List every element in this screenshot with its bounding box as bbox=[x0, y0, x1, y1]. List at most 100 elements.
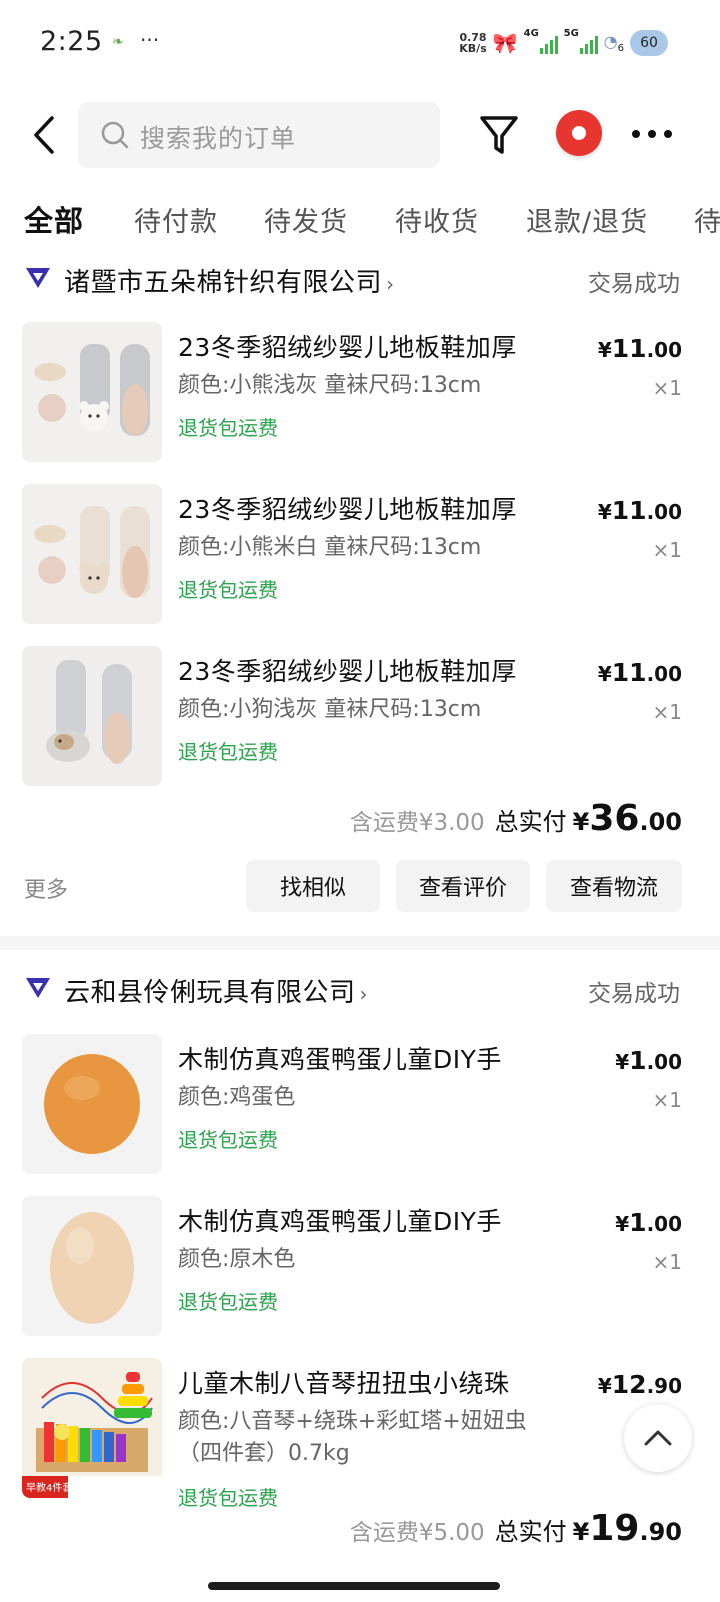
shipping-fee: 含运费¥3.00 bbox=[349, 810, 485, 836]
shop-name[interactable]: 诸暨市五朵棉针织有限公司 › bbox=[64, 262, 395, 299]
shipping-fee: 含运费¥5.00 bbox=[349, 1520, 485, 1546]
filter-icon[interactable] bbox=[478, 112, 520, 158]
price-currency: ¥ bbox=[615, 1212, 630, 1236]
price-decimal: .00 bbox=[646, 500, 682, 524]
tab-all[interactable]: 全部 bbox=[24, 198, 84, 240]
product-quantity: ×1 bbox=[652, 1250, 682, 1274]
tab-pending-receipt[interactable]: 待收货 bbox=[395, 200, 479, 239]
order-status: 交易成功 bbox=[588, 981, 680, 1007]
order-status: 交易成功 bbox=[588, 271, 680, 297]
status-time: 2:25 bbox=[40, 26, 103, 57]
product-price: ¥1.00 bbox=[615, 1046, 682, 1075]
product-price: ¥12.90 bbox=[598, 1370, 682, 1399]
order-item[interactable]: 23冬季貂绒纱婴儿地板鞋加厚 颜色:小狗浅灰 童袜尺码:13cm 退货包运费 ¥… bbox=[0, 646, 720, 786]
order-item[interactable]: 早教4件套 儿童木制八音琴扭扭虫小绕珠 颜色:八音琴+绕珠+彩虹塔+妞妞虫（四件… bbox=[0, 1358, 720, 1510]
search-input[interactable]: 搜索我的订单 bbox=[78, 102, 440, 168]
battery-level: 60 bbox=[640, 35, 658, 51]
back-arrow-icon[interactable] bbox=[26, 110, 66, 160]
price-currency: ¥ bbox=[597, 1374, 612, 1398]
order-divider bbox=[0, 936, 720, 950]
product-quantity: ×1 bbox=[652, 376, 682, 400]
price-decimal: .00 bbox=[646, 662, 682, 686]
view-review-button[interactable]: 查看评价 bbox=[396, 860, 530, 912]
product-title: 木制仿真鸡蛋鸭蛋儿童DIY手 bbox=[178, 1207, 502, 1236]
signal-5g-label: 5G bbox=[563, 28, 579, 39]
product-image[interactable] bbox=[22, 1196, 162, 1336]
return-shipping-tag: 退货包运费 bbox=[178, 1290, 278, 1314]
shop-name-text: 诸暨市五朵棉针织有限公司 bbox=[64, 268, 383, 298]
status-more-dots: ··· bbox=[140, 28, 160, 52]
red-packet-icon[interactable] bbox=[556, 110, 602, 156]
order-total: 含运费¥3.00 总实付 ¥36.00 bbox=[350, 798, 682, 839]
product-image[interactable] bbox=[22, 484, 162, 624]
product-spec: 颜色:八音琴+绕珠+彩虹塔+妞妞虫（四件套）0.7kg bbox=[178, 1409, 527, 1466]
order-item[interactable]: 23冬季貂绒纱婴儿地板鞋加厚 颜色:小熊浅灰 童袜尺码:13cm 退货包运费 ¥… bbox=[0, 322, 720, 462]
product-image[interactable] bbox=[22, 322, 162, 462]
product-image[interactable]: 早教4件套 bbox=[22, 1358, 162, 1498]
find-similar-button[interactable]: 找相似 bbox=[246, 860, 380, 912]
status-bar: 2:25 ❧ ··· 0.78 KB/s 🎀 4G 5G ◔6 60 bbox=[0, 0, 720, 84]
product-quantity: ×1 bbox=[652, 1088, 682, 1112]
total-integer: 19 bbox=[589, 1508, 640, 1549]
wifi-count: 6 bbox=[617, 43, 624, 55]
product-title: 23冬季貂绒纱婴儿地板鞋加厚 bbox=[178, 333, 517, 362]
price-currency: ¥ bbox=[597, 500, 612, 524]
price-currency: ¥ bbox=[597, 338, 612, 362]
price-decimal: .00 bbox=[646, 1212, 682, 1236]
product-image[interactable] bbox=[22, 646, 162, 786]
product-price: ¥1.00 bbox=[615, 1208, 682, 1237]
total-decimal: .00 bbox=[639, 808, 682, 836]
signal-5g-icon: 5G bbox=[564, 28, 598, 54]
signal-4g-label: 4G bbox=[523, 28, 539, 39]
product-price: ¥11.00 bbox=[598, 496, 682, 525]
product-title: 23冬季貂绒纱婴儿地板鞋加厚 bbox=[178, 657, 517, 686]
thumb-badge-text: 早教4件套 bbox=[26, 1481, 72, 1494]
shop-header[interactable]: 诸暨市五朵棉针织有限公司 › 交易成功 bbox=[0, 260, 720, 300]
price-integer: 11 bbox=[611, 496, 647, 525]
product-title: 23冬季貂绒纱婴儿地板鞋加厚 bbox=[178, 495, 517, 524]
scroll-to-top-button[interactable] bbox=[624, 1404, 692, 1472]
net-speed-unit: KB/s bbox=[459, 42, 487, 55]
wifi-icon: ◔6 bbox=[603, 31, 624, 55]
shop-name[interactable]: 云和县伶俐玩具有限公司 › bbox=[64, 972, 368, 1009]
price-integer: 1 bbox=[629, 1208, 647, 1237]
order-item[interactable]: 木制仿真鸡蛋鸭蛋儿童DIY手 颜色:鸡蛋色 退货包运费 ¥1.00 ×1 bbox=[0, 1034, 720, 1174]
view-logistics-button[interactable]: 查看物流 bbox=[546, 860, 682, 912]
product-spec: 颜色:鸡蛋色 bbox=[178, 1085, 296, 1110]
signal-4g-icon: 4G bbox=[524, 28, 558, 54]
return-shipping-tag: 退货包运费 bbox=[178, 740, 278, 764]
total-currency: ¥ bbox=[572, 808, 590, 836]
chevron-up-icon bbox=[644, 1430, 672, 1446]
home-indicator[interactable] bbox=[208, 1582, 500, 1590]
product-image[interactable] bbox=[22, 1034, 162, 1174]
search-placeholder: 搜索我的订单 bbox=[140, 124, 297, 153]
more-options-icon[interactable] bbox=[632, 130, 672, 138]
order-item[interactable]: 23冬季貂绒纱婴儿地板鞋加厚 颜色:小熊米白 童袜尺码:13cm 退货包运费 ¥… bbox=[0, 484, 720, 624]
price-currency: ¥ bbox=[597, 662, 612, 686]
product-quantity: ×1 bbox=[652, 538, 682, 562]
bow-icon: 🎀 bbox=[492, 31, 518, 55]
leaf-icon: ❧ bbox=[112, 34, 124, 50]
battery-icon: 60 bbox=[630, 30, 668, 56]
tab-refund[interactable]: 退款/退货 bbox=[526, 200, 648, 239]
tab-pending-shipment[interactable]: 待发货 bbox=[264, 200, 348, 239]
product-spec: 颜色:小狗浅灰 童袜尺码:13cm bbox=[178, 697, 482, 722]
total-decimal: .90 bbox=[639, 1518, 682, 1546]
shop-header[interactable]: 云和县伶俐玩具有限公司 › 交易成功 bbox=[0, 970, 720, 1010]
product-spec: 颜色:原木色 bbox=[178, 1247, 296, 1272]
chevron-right-icon: › bbox=[386, 272, 395, 296]
price-decimal: .00 bbox=[646, 1050, 682, 1074]
shop-name-text: 云和县伶俐玩具有限公司 bbox=[64, 978, 356, 1008]
return-shipping-tag: 退货包运费 bbox=[178, 1128, 278, 1152]
price-integer: 11 bbox=[611, 658, 647, 687]
order-item[interactable]: 木制仿真鸡蛋鸭蛋儿童DIY手 颜色:原木色 退货包运费 ¥1.00 ×1 bbox=[0, 1196, 720, 1336]
total-label: 总实付 bbox=[494, 1518, 567, 1546]
price-currency: ¥ bbox=[615, 1050, 630, 1074]
tab-partial[interactable]: 待 bbox=[694, 200, 720, 239]
return-shipping-tag: 退货包运费 bbox=[178, 416, 278, 440]
tab-pending-payment[interactable]: 待付款 bbox=[134, 200, 218, 239]
search-icon bbox=[101, 121, 129, 149]
product-title: 木制仿真鸡蛋鸭蛋儿童DIY手 bbox=[178, 1045, 502, 1074]
more-link[interactable]: 更多 bbox=[24, 872, 68, 904]
shop-logo-icon bbox=[26, 978, 50, 998]
